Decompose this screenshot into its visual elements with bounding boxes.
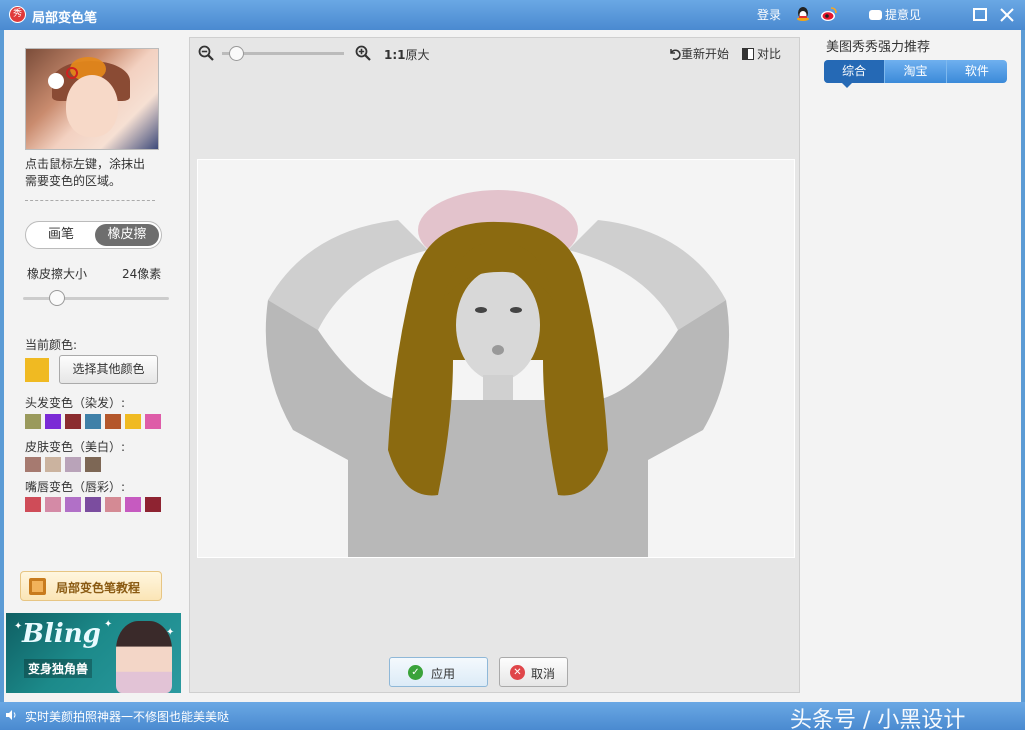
compare-icon — [742, 48, 754, 60]
banner-title: Bling — [22, 619, 101, 649]
close-button[interactable] — [996, 4, 1018, 26]
lip-color-swatch-6[interactable] — [125, 497, 141, 512]
hair-color-swatch-7[interactable] — [145, 414, 161, 429]
current-color-label: 当前颜色: — [25, 338, 78, 352]
zoom-slider-knob[interactable] — [229, 46, 244, 61]
cancel-button-label: 取消 — [531, 667, 556, 681]
sparkle-icon: ✦ — [14, 621, 23, 632]
preview-thumbnail — [25, 48, 159, 150]
tutorial-button[interactable]: 局部变色笔教程 — [20, 571, 162, 601]
promo-banner[interactable]: Bling 变身独角兽 ✦ ✦ ✦ — [6, 613, 181, 693]
lip-color-swatch-1[interactable] — [25, 497, 41, 512]
eraser-size-slider[interactable] — [23, 290, 169, 306]
skin-color-swatches — [25, 457, 101, 472]
chat-bubble-icon — [869, 10, 882, 20]
recommendation-title: 美图秀秀强力推荐 — [826, 40, 931, 55]
skin-color-swatch-4[interactable] — [85, 457, 101, 472]
lip-color-swatch-7[interactable] — [145, 497, 161, 512]
skin-color-swatch-2[interactable] — [45, 457, 61, 472]
hair-color-label: 头发变色（染发）: — [25, 396, 126, 410]
thumbnail-flower — [48, 73, 64, 89]
banner-model-image — [116, 621, 172, 693]
qq-icon[interactable] — [794, 5, 812, 23]
current-color-swatch — [25, 358, 49, 382]
skin-color-label: 皮肤变色（美白）: — [25, 440, 126, 454]
close-icon — [1000, 8, 1014, 22]
hair-color-swatches — [25, 414, 161, 429]
restart-label: 重新开始 — [681, 47, 730, 61]
feedback-label: 提意见 — [885, 8, 922, 22]
mode-toggle: 画笔 橡皮擦 — [25, 221, 162, 249]
speaker-icon[interactable] — [5, 709, 17, 721]
app-logo-icon: 秀 — [9, 6, 26, 23]
canvas-panel: 1:1原大 重新开始 对比 ✓ 应用 ✕ 取消 — [189, 37, 800, 693]
zoom-in-icon[interactable] — [355, 45, 371, 61]
thumbnail-face — [66, 75, 118, 137]
cancel-icon — [510, 665, 525, 680]
brush-mode-button[interactable]: 画笔 — [29, 224, 93, 246]
weibo-icon[interactable] — [820, 5, 838, 23]
status-bar: 实时美颜拍照神器一不修图也能美美哒 头条号 / 小黑设计 — [0, 702, 1025, 730]
cancel-button[interactable]: 取消 — [499, 657, 568, 687]
maximize-icon — [973, 8, 987, 21]
book-icon — [29, 578, 46, 595]
lip-color-swatches — [25, 497, 161, 512]
skin-color-swatch-3[interactable] — [65, 457, 81, 472]
usage-hint: 点击鼠标左键，涂抹出 需要变色的区域。 — [25, 156, 165, 190]
active-tab-pointer — [842, 83, 852, 88]
lip-color-swatch-2[interactable] — [45, 497, 61, 512]
watermark-text: 头条号 / 小黑设计 — [790, 708, 966, 730]
eraser-size-value: 24像素 — [122, 267, 162, 281]
edited-photo[interactable] — [197, 159, 795, 558]
compare-label: 对比 — [757, 47, 782, 61]
maximize-button[interactable] — [969, 4, 991, 26]
divider — [25, 200, 155, 201]
original-size-ratio: 1:1 — [384, 48, 406, 62]
sparkle-icon: ✦ — [166, 627, 175, 638]
hair-color-swatch-3[interactable] — [65, 414, 81, 429]
recommendation-tab-3[interactable]: 软件 — [947, 60, 1007, 83]
checkmark-icon — [408, 665, 423, 680]
status-message[interactable]: 实时美颜拍照神器一不修图也能美美哒 — [25, 708, 229, 725]
pick-color-button[interactable]: 选择其他颜色 — [59, 355, 158, 384]
eraser-size-label: 橡皮擦大小 — [27, 267, 88, 281]
eraser-mode-button[interactable]: 橡皮擦 — [95, 224, 159, 246]
hair-color-swatch-1[interactable] — [25, 414, 41, 429]
tutorial-button-label: 局部变色笔教程 — [56, 581, 141, 595]
skin-color-swatch-1[interactable] — [25, 457, 41, 472]
hair-color-swatch-6[interactable] — [125, 414, 141, 429]
sparkle-icon: ✦ — [104, 619, 113, 630]
hair-color-swatch-4[interactable] — [85, 414, 101, 429]
eraser-size-slider-knob[interactable] — [49, 290, 65, 306]
original-size-label: 原大 — [405, 48, 430, 62]
main-area: 点击鼠标左键，涂抹出 需要变色的区域。 画笔 橡皮擦 橡皮擦大小 24像素 当前… — [4, 30, 1021, 702]
lip-color-swatch-5[interactable] — [105, 497, 121, 512]
hair-color-swatch-5[interactable] — [105, 414, 121, 429]
lip-color-label: 嘴唇变色（唇彩）: — [25, 480, 126, 494]
apply-button-label: 应用 — [431, 667, 456, 681]
compare-button[interactable]: 对比 — [742, 45, 781, 62]
recommendation-tabs: 综合 淘宝 软件 — [824, 60, 1007, 83]
title-bar: 秀 局部变色笔 登录 提意见 — [0, 0, 1025, 30]
hint-line-2: 需要变色的区域。 — [25, 174, 122, 188]
login-link[interactable]: 登录 — [757, 6, 781, 23]
hint-line-1: 点击鼠标左键，涂抹出 — [25, 157, 146, 171]
hair-color-swatch-2[interactable] — [45, 414, 61, 429]
banner-subtitle: 变身独角兽 — [24, 659, 93, 678]
lip-color-swatch-3[interactable] — [65, 497, 81, 512]
undo-icon — [670, 49, 681, 60]
recommendation-tab-2[interactable]: 淘宝 — [885, 60, 947, 83]
apply-button[interactable]: 应用 — [389, 657, 488, 687]
lip-color-swatch-4[interactable] — [85, 497, 101, 512]
feedback-link[interactable]: 提意见 — [869, 6, 921, 23]
brush-cursor-icon — [66, 67, 78, 79]
restart-button[interactable]: 重新开始 — [668, 45, 729, 62]
window-title: 局部变色笔 — [32, 11, 98, 26]
original-size-button[interactable]: 1:1原大 — [384, 46, 430, 63]
photo-canvas[interactable] — [198, 160, 795, 558]
recommendation-tab-1[interactable]: 综合 — [824, 60, 886, 83]
zoom-out-icon[interactable] — [198, 45, 214, 61]
